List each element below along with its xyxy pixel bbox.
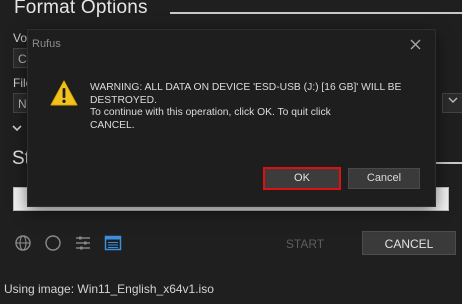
warning-dialog: Rufus WARNING: ALL DATA ON DEVICE 'ESD-U… [28,30,435,206]
settings-sliders-icon[interactable] [74,234,92,252]
start-button[interactable]: START [256,231,354,257]
instruction-line-2: CANCEL. [90,119,135,131]
close-button[interactable] [407,36,423,52]
advanced-options-toggle[interactable] [12,122,22,136]
status-divider [435,162,462,164]
language-globe-icon[interactable] [14,234,32,252]
chevron-down-icon [448,97,457,103]
warning-line-1: WARNING: ALL DATA ON DEVICE 'ESD-USB (J:… [90,82,402,93]
warning-message: WARNING: ALL DATA ON DEVICE 'ESD-USB (J:… [90,82,420,132]
ok-button[interactable]: OK [263,167,341,190]
log-table-icon[interactable] [104,234,122,252]
toolbar-icons [14,233,122,253]
section-divider [170,12,462,14]
warning-icon [50,79,78,107]
status-bar-text: Using image: Win11_English_x64v1.iso [4,282,214,296]
about-info-icon[interactable] [44,234,62,252]
warning-line-2: DESTROYED. [90,94,157,106]
instruction-line-1: To continue with this operation, click O… [90,107,331,119]
close-icon [410,39,420,49]
main-cancel-button[interactable]: CANCEL [362,231,456,255]
cluster-size-dropdown[interactable] [442,93,462,113]
cancel-button[interactable]: Cancel [348,168,420,189]
dialog-title: Rufus [32,38,61,50]
chevron-down-icon [12,125,22,132]
format-options-heading: Format Options [14,0,148,18]
